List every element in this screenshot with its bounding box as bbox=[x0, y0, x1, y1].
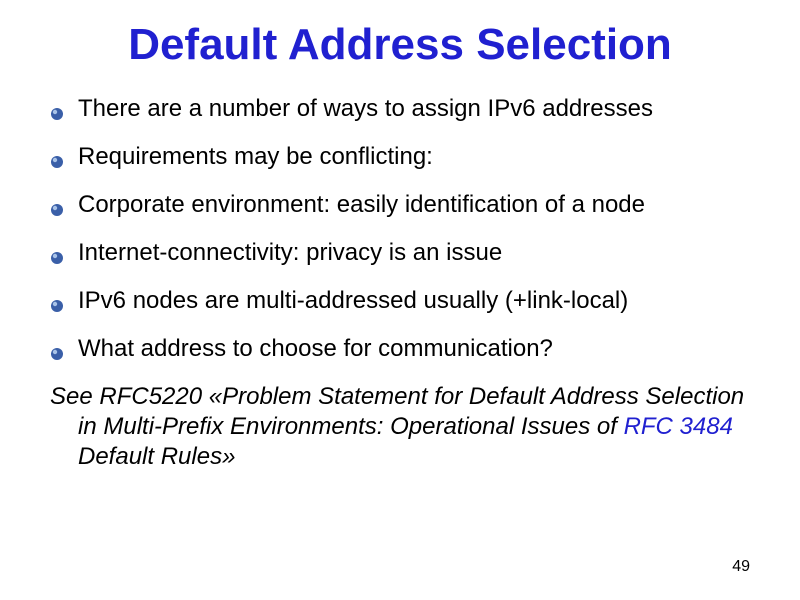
list-item: There are a number of ways to assign IPv… bbox=[50, 94, 750, 124]
page-number: 49 bbox=[732, 558, 750, 576]
bullet-icon bbox=[50, 243, 64, 257]
bullet-icon bbox=[50, 147, 64, 161]
bullet-text: Corporate environment: easily identifica… bbox=[78, 191, 645, 218]
list-item: Requirements may be conflicting: bbox=[50, 142, 750, 172]
bullet-icon bbox=[50, 99, 64, 113]
list-item: IPv6 nodes are multi-addressed usually (… bbox=[50, 286, 750, 316]
bullet-icon bbox=[50, 339, 64, 353]
bullet-icon bbox=[50, 291, 64, 305]
footnote-suffix: Default Rules» bbox=[78, 443, 235, 470]
bullet-text: What address to choose for communication… bbox=[78, 335, 553, 362]
bullet-icon bbox=[50, 195, 64, 209]
footnote: See RFC5220 «Problem Statement for Defau… bbox=[50, 382, 750, 472]
bullet-list: There are a number of ways to assign IPv… bbox=[50, 94, 750, 364]
bullet-text: There are a number of ways to assign IPv… bbox=[78, 95, 653, 122]
rfc-link[interactable]: RFC 3484 bbox=[624, 413, 733, 440]
bullet-text: IPv6 nodes are multi-addressed usually (… bbox=[78, 287, 628, 314]
list-item: What address to choose for communication… bbox=[50, 334, 750, 364]
bullet-text: Internet-connectivity: privacy is an iss… bbox=[78, 239, 502, 266]
page-title: Default Address Selection bbox=[50, 20, 750, 70]
slide: Default Address Selection There are a nu… bbox=[0, 0, 800, 600]
list-item: Corporate environment: easily identifica… bbox=[50, 190, 750, 220]
list-item: Internet-connectivity: privacy is an iss… bbox=[50, 238, 750, 268]
bullet-text: Requirements may be conflicting: bbox=[78, 143, 433, 170]
